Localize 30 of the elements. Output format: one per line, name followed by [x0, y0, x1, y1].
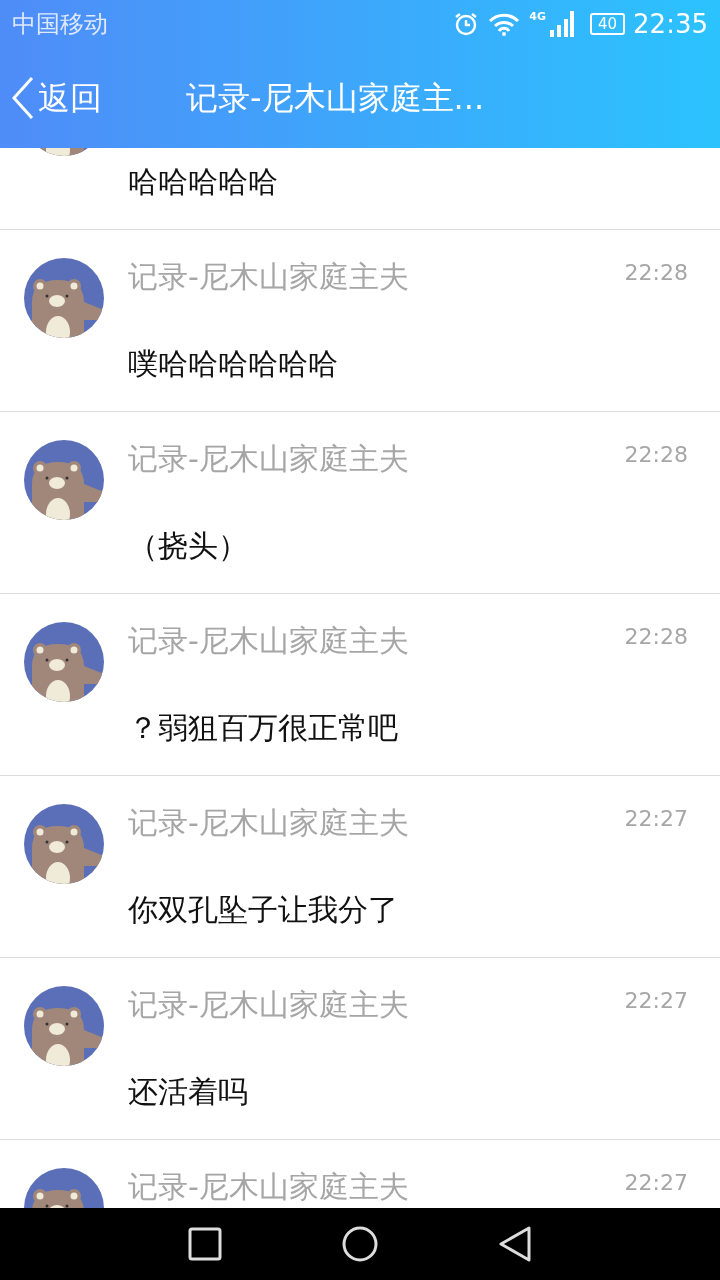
sender-name: 记录-尼木山家庭主夫	[128, 622, 409, 660]
home-icon[interactable]	[342, 1226, 378, 1262]
sender-name: 记录-尼木山家庭主夫	[128, 258, 409, 296]
message-time: 22:27	[624, 1169, 688, 1197]
wifi-icon	[487, 12, 522, 36]
signal-icon	[549, 11, 574, 37]
message-time: 22:28	[624, 259, 688, 287]
message-time: 22:28	[624, 623, 688, 651]
network-label: 4G	[529, 11, 546, 22]
message-time: 22:28	[624, 441, 688, 469]
sender-name: 记录-尼木山家庭主夫	[128, 1168, 409, 1206]
carrier-name: 中国移动	[12, 9, 108, 40]
battery-indicator: 40	[589, 13, 626, 35]
message-text: 哈哈哈哈哈	[128, 163, 279, 201]
back-button[interactable]: 返回	[10, 74, 102, 122]
message-time: 22:27	[624, 805, 688, 833]
chat-title: 记录-尼木山家庭主...	[186, 78, 485, 119]
back-icon	[10, 76, 36, 120]
clock: 22:35	[633, 7, 708, 41]
message-time: 22:27	[624, 987, 688, 1015]
message-text: 你双孔坠子让我分了	[128, 891, 399, 929]
back-icon[interactable]	[498, 1225, 532, 1263]
message-text: 还活着吗	[128, 1073, 249, 1111]
message-text: （挠头）	[128, 527, 249, 565]
message-text: ？弱狙百万很正常吧	[128, 709, 399, 747]
sender-name: 记录-尼木山家庭主夫	[128, 986, 409, 1024]
message-text: 噗哈哈哈哈哈哈	[128, 345, 339, 383]
sender-name: 记录-尼木山家庭主夫	[128, 804, 409, 842]
recents-icon[interactable]	[188, 1227, 222, 1261]
sender-name: 记录-尼木山家庭主夫	[128, 440, 409, 478]
